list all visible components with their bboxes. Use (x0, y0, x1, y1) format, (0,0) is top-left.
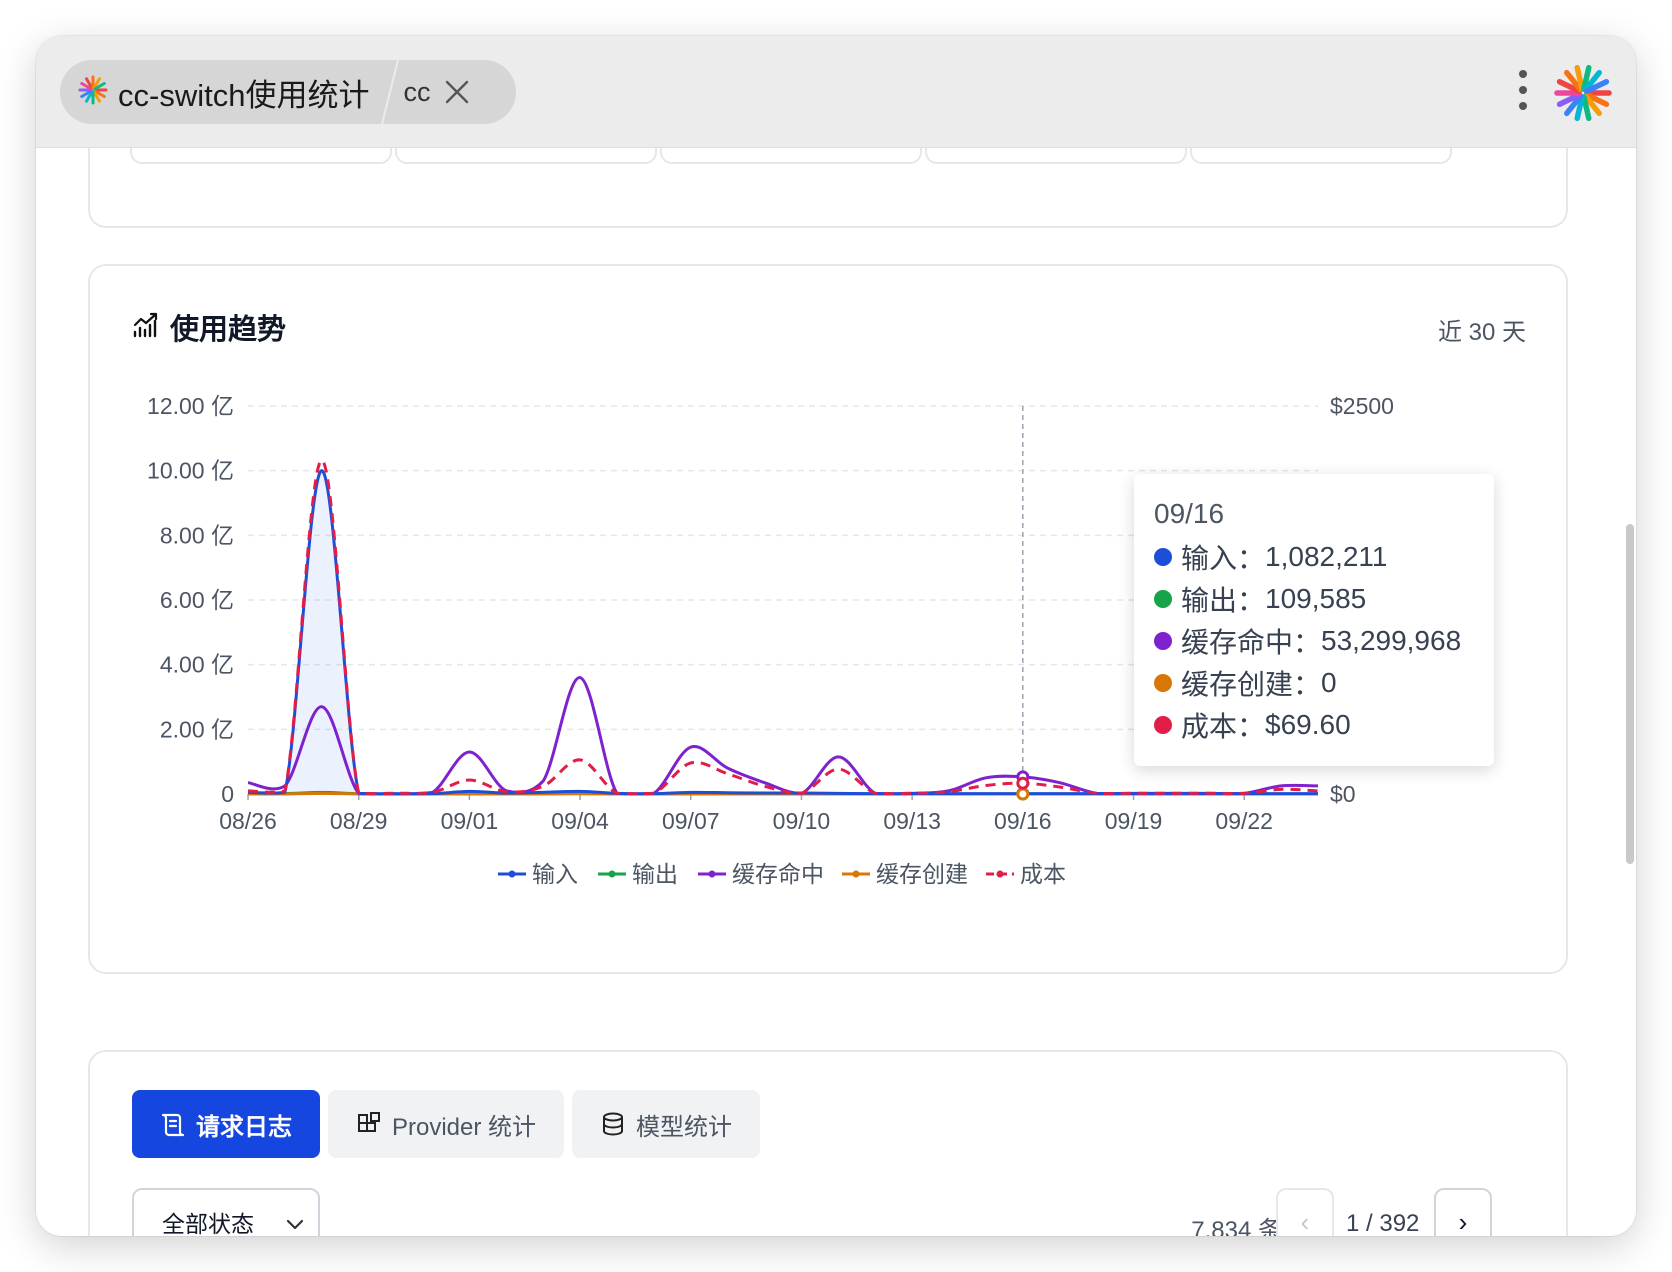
chevron-down-icon (284, 1214, 306, 1236)
usage-trend-card: 使用趋势 近 30 天 0 2.00 亿 4.00 亿 6.00 亿 8.00 亿 10.… (88, 264, 1568, 974)
y-tick-label: 6.00 亿 (160, 587, 234, 613)
x-tick-label: 09/13 (883, 808, 941, 834)
logs-tabs: 请求日志 Provider 统计 模型统计 (132, 1090, 768, 1158)
legend-label: 缓存命中 (732, 861, 824, 887)
x-tick-label: 09/10 (773, 808, 831, 834)
log-count: 7,834 条 (1191, 1217, 1282, 1236)
tab-title: cc-switch使用统计 (118, 77, 370, 113)
tooltip-label: 输出： (1181, 585, 1266, 616)
y-tick-label: 10.00 亿 (147, 458, 234, 484)
title-bar: cc-switch使用统计 cc (36, 36, 1636, 148)
legend-item[interactable]: 缓存创建 (842, 861, 968, 887)
x-tick-label: 09/01 (441, 808, 499, 834)
blocks-icon (356, 1111, 382, 1137)
scrollbar[interactable] (1626, 524, 1634, 864)
legend-item[interactable]: 输出 (598, 861, 678, 887)
app-window: cc-switch使用统计 cc 使用趋势 近 30 天 0 2.00 亿 4.… (36, 36, 1636, 1236)
next-page-button[interactable]: › (1434, 1188, 1492, 1236)
active-tab[interactable]: cc-switch使用统计 cc (60, 60, 516, 124)
tooltip-value: 0 (1321, 667, 1337, 698)
hover-point (1016, 776, 1030, 790)
tab-request-logs[interactable]: 请求日志 (132, 1090, 320, 1158)
series-dot (1154, 716, 1172, 734)
x-tick-label: 09/19 (1105, 808, 1163, 834)
prev-page-button[interactable]: ‹ (1276, 1188, 1334, 1236)
tooltip-row: 缓存创建： 0 (1154, 662, 1474, 704)
tooltip-label: 缓存命中： (1181, 627, 1322, 658)
x-tick-label: 09/07 (662, 808, 720, 834)
series-dot (1154, 632, 1172, 650)
series-dot (1154, 590, 1172, 608)
tooltip-value: 53,299,968 (1321, 625, 1462, 656)
tab-provider-stats[interactable]: Provider 统计 (328, 1090, 565, 1158)
tooltip-value: $69.60 (1265, 709, 1351, 740)
logs-card: 请求日志 Provider 统计 模型统计 全部状态 7,834 条 ‹ 1 /… (88, 1050, 1568, 1236)
scroll-icon (160, 1111, 186, 1137)
x-tick-label: 09/22 (1215, 808, 1273, 834)
stat-box (1190, 148, 1452, 164)
tooltip-value: 109,585 (1265, 583, 1367, 614)
tooltip-label: 输入： (1181, 543, 1266, 574)
y-right-tick-label: $0 (1330, 781, 1356, 807)
page-indicator: 1 / 392 (1346, 1210, 1420, 1236)
tab-sub-label: cc (403, 76, 431, 107)
tooltip-date: 09/16 (1154, 498, 1225, 529)
legend-item[interactable]: 成本 (986, 861, 1066, 887)
stat-box (130, 148, 392, 164)
tooltip-label: 缓存创建： (1181, 669, 1322, 700)
tab-model-stats[interactable]: 模型统计 (572, 1090, 761, 1158)
tooltip-value: 1,082,211 (1265, 541, 1388, 572)
y-tick-label: 8.00 亿 (160, 522, 234, 548)
legend-label: 成本 (1020, 861, 1066, 887)
x-tick-label: 08/29 (330, 808, 388, 834)
status-filter-value: 全部状态 (162, 1211, 254, 1236)
chart-tooltip: 09/16 输入： 1,082,211 输出： 109,585 缓存命中： 53,299,… (1134, 474, 1494, 766)
stats-card (88, 148, 1568, 228)
legend-label: 缓存创建 (876, 861, 968, 887)
tab-label: 请求日志 (196, 1113, 292, 1141)
close-icon[interactable] (444, 79, 470, 105)
stat-box (395, 148, 657, 164)
tooltip-label: 成本： (1181, 711, 1266, 742)
y-tick-label: 4.00 亿 (160, 652, 234, 678)
tab-label: 模型统计 (636, 1113, 733, 1141)
brand-logo-icon[interactable] (1554, 64, 1612, 127)
series-dot (1154, 548, 1172, 566)
legend-label: 输出 (632, 861, 678, 887)
legend-label: 输入 (532, 861, 578, 887)
status-filter-select[interactable]: 全部状态 (132, 1188, 320, 1236)
tab-label: Provider 统计 (392, 1113, 537, 1141)
legend-item[interactable]: 输入 (498, 861, 578, 887)
x-tick-label: 08/26 (219, 808, 277, 834)
tooltip-row: 缓存命中： 53,299,968 (1154, 620, 1474, 662)
main-content: 使用趋势 近 30 天 0 2.00 亿 4.00 亿 6.00 亿 8.00 亿 10.… (36, 148, 1636, 1236)
hover-point (1016, 787, 1030, 801)
more-options-icon[interactable] (1516, 66, 1530, 114)
stat-box (925, 148, 1187, 164)
tooltip-row: 输出： 109,585 (1154, 578, 1474, 620)
y-right-tick-label: $2500 (1330, 393, 1394, 419)
y-tick-label: 2.00 亿 (160, 716, 234, 742)
tab-divider (381, 60, 400, 124)
x-tick-label: 09/16 (994, 808, 1052, 834)
stat-box (660, 148, 922, 164)
x-tick-label: 09/04 (551, 808, 609, 834)
series-dot (1154, 674, 1172, 692)
y-tick-label: 12.00 亿 (147, 393, 234, 419)
y-tick-label: 0 (221, 781, 234, 807)
legend-item[interactable]: 缓存命中 (698, 861, 824, 887)
app-logo-icon (78, 75, 108, 110)
tooltip-row: 输入： 1,082,211 (1154, 536, 1474, 578)
tooltip-row: 成本： $69.60 (1154, 704, 1474, 746)
database-icon (600, 1111, 626, 1137)
